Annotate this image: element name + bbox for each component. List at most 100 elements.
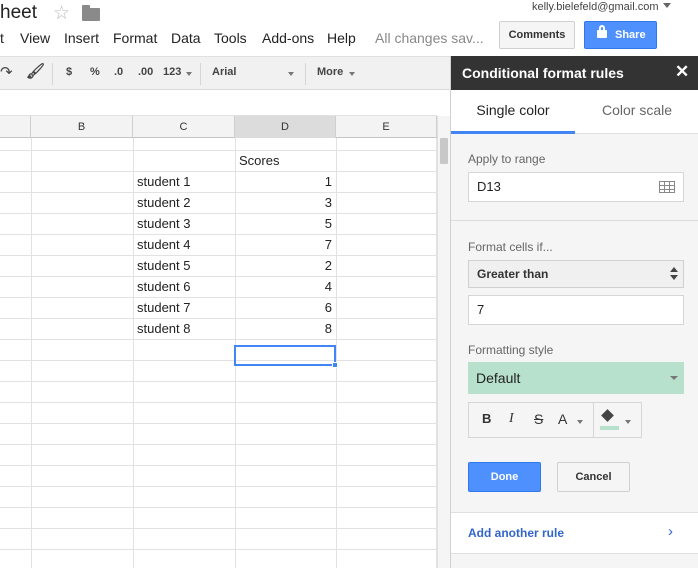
cell-student-name[interactable]: student 4 [133,234,235,255]
condition-value-input[interactable]: 7 [468,295,684,325]
panel-tabs: Single color Color scale [451,90,698,134]
menu-file[interactable]: t [0,30,4,46]
font-family-select[interactable]: Arial [212,66,236,78]
account-email[interactable]: kelly.bielefeld@gmail.com [532,1,659,13]
grid-line [0,528,437,529]
chevron-down-icon [186,72,192,76]
cell-student-name[interactable]: student 2 [133,192,235,213]
cell-score[interactable]: 5 [235,213,336,234]
cell-d-scores-header[interactable]: Scores [235,150,336,171]
column-header-e[interactable]: E [336,116,437,138]
vertical-scrollbar[interactable] [437,116,450,568]
cell-student-name[interactable]: student 1 [133,171,235,192]
percent-format-button[interactable]: % [90,66,100,78]
done-button[interactable]: Done [468,462,541,492]
toolbar-divider [305,63,306,85]
column-header-d[interactable]: D [235,116,336,138]
select-range-icon[interactable] [659,181,675,193]
paint-bucket-icon [601,409,614,422]
tab-single-color[interactable]: Single color [451,90,575,134]
cell-student-name[interactable]: student 5 [133,255,235,276]
chevron-right-icon: › [668,523,673,540]
format-cells-if-label: Format cells if... [468,240,553,254]
cell-student-name[interactable]: student 3 [133,213,235,234]
save-status: All changes sav... [375,30,484,46]
panel-header: Conditional format rules ✕ [451,56,698,90]
add-another-rule[interactable]: Add another rule › [451,512,698,554]
fill-handle[interactable] [332,362,338,368]
cell-student-name[interactable]: student 7 [133,297,235,318]
menu-view[interactable]: View [20,30,50,46]
grid-line [0,360,437,361]
text-color-button[interactable]: A [558,411,567,427]
grid-line [0,444,437,445]
folder-icon[interactable] [82,5,100,21]
grid-line [0,486,437,487]
menu-add-ons[interactable]: Add-ons [262,30,314,46]
comments-button[interactable]: Comments [499,21,575,49]
strikethrough-button[interactable]: S [534,411,543,427]
active-cell-selection[interactable] [234,345,336,366]
decrease-decimals-button[interactable]: .0 [114,66,123,78]
chevron-down-icon[interactable] [663,3,671,8]
italic-button[interactable]: I [509,411,514,427]
column-header-b[interactable]: B [31,116,133,138]
cancel-button[interactable]: Cancel [557,462,630,492]
fill-color-swatch [600,426,619,430]
chevron-down-icon [288,72,294,76]
close-icon[interactable]: ✕ [675,62,689,82]
condition-select-value: Greater than [477,267,549,281]
panel-title: Conditional format rules [462,65,624,81]
cell-score[interactable]: 2 [235,255,336,276]
panel-body: Apply to range D13 Format cells if... Gr… [451,134,698,568]
cell-score[interactable]: 4 [235,276,336,297]
range-input[interactable]: D13 [468,172,684,202]
spreadsheet-grid: B C D E Scores student 1 1 student 2 3 s… [0,90,450,568]
grid-line [0,381,437,382]
menu-data[interactable]: Data [171,30,201,46]
cell-score[interactable]: 3 [235,192,336,213]
chevron-down-icon [577,420,583,424]
condition-select[interactable]: Greater than [468,260,684,288]
more-button[interactable]: More [317,66,343,78]
row-header-corner[interactable] [0,116,31,138]
top-bar: heet ☆ kelly.bielefeld@gmail.com t View … [0,0,698,56]
grid-line [0,423,437,424]
cell-score[interactable]: 1 [235,171,336,192]
document-title[interactable]: heet [0,2,37,24]
formatting-style-label: Formatting style [468,343,554,357]
cell-student-name[interactable]: student 8 [133,318,235,339]
tab-color-scale[interactable]: Color scale [575,90,698,134]
menu-format[interactable]: Format [113,30,157,46]
grid-line [0,339,437,340]
section-divider [451,220,698,221]
paint-format-icon[interactable]: 🖌 [26,62,45,80]
column-header-c[interactable]: C [133,116,235,138]
grid-line [0,465,437,466]
formatting-toolbar: ↷ 🖌 $ % .0 .00 123 Arial More [0,56,450,90]
increase-decimals-button[interactable]: .00 [138,66,153,78]
grid-rows[interactable]: Scores student 1 1 student 2 3 student 3… [0,138,437,568]
currency-format-button[interactable]: $ [66,66,72,78]
toolbar-divider [593,403,594,437]
scrollbar-thumb[interactable] [440,138,448,164]
cell-score[interactable]: 7 [235,234,336,255]
redo-icon[interactable]: ↷ [0,63,13,81]
chevron-down-icon [670,376,678,380]
menu-help[interactable]: Help [327,30,356,46]
menu-tools[interactable]: Tools [214,30,247,46]
star-icon[interactable]: ☆ [53,2,70,25]
grid-line [31,138,32,568]
bold-button[interactable]: B [482,411,491,426]
cell-score[interactable]: 6 [235,297,336,318]
share-button[interactable]: Share [584,21,657,49]
formatting-style-select[interactable]: Default [468,362,684,394]
more-formats-button[interactable]: 123 [163,66,181,78]
menu-insert[interactable]: Insert [64,30,99,46]
cell-score[interactable]: 8 [235,318,336,339]
cell-student-name[interactable]: student 6 [133,276,235,297]
grid-line [0,402,437,403]
toolbar-divider [200,63,201,85]
fill-color-icon[interactable] [601,409,616,423]
grid-line [0,150,437,151]
